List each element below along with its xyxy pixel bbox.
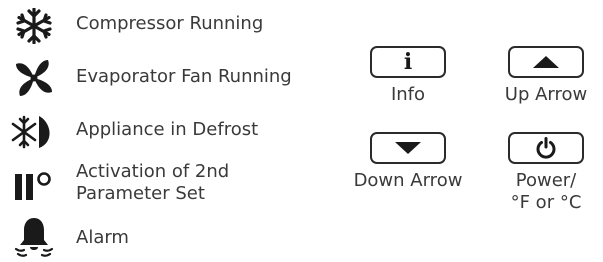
legend-label-parameter-set-line1: Activation of 2nd [76,161,230,182]
power-label: Power/ °F or °C [511,170,582,214]
info-icon: i [403,49,413,75]
defrost-icon [6,114,62,150]
down-arrow-button[interactable] [370,132,446,164]
down-arrow-icon [395,142,421,154]
legend-label-fan: Evaporator Fan Running [76,66,292,87]
info-key-group: i Info [353,46,463,106]
legend-label-compressor: Compressor Running [76,13,264,34]
snowflake-icon [6,8,62,44]
up-arrow-label: Up Arrow [504,84,588,105]
power-button[interactable] [508,132,584,164]
info-label: Info [390,84,426,105]
up-arrow-icon [533,56,559,68]
parameter-set-icon [6,166,62,202]
power-key-group: Power/ °F or °C [491,132,601,214]
down-arrow-label: Down Arrow [353,170,463,191]
power-label-line1: Power/ [515,170,577,191]
bell-icon [6,216,62,258]
legend-label-parameter-set-line2: Parameter Set [76,183,205,204]
up-arrow-button[interactable] [508,46,584,78]
fan-icon [6,56,62,100]
up-key-group: Up Arrow [491,46,601,106]
down-key-group: Down Arrow [353,132,463,192]
legend-label-parameter-set: Activation of 2nd Parameter Set [76,161,229,205]
power-label-line2: °F or °C [510,192,582,213]
legend-label-defrost: Appliance in Defrost [76,119,259,140]
legend-label-alarm: Alarm [76,227,129,248]
power-icon [536,137,556,159]
info-button[interactable]: i [370,46,446,78]
